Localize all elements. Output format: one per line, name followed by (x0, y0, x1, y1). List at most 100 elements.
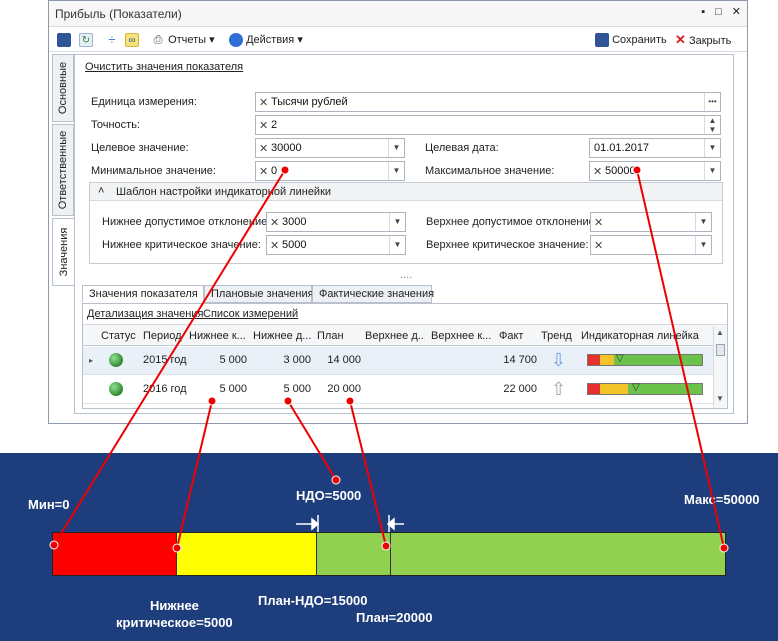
actions-label: Действия ▾ (246, 34, 303, 46)
clear-icon[interactable]: ✕ (594, 239, 603, 252)
refresh-button[interactable]: ↻ (79, 32, 93, 48)
tab-indicator-values[interactable]: Значения показателя (82, 285, 204, 303)
green-status-icon (109, 382, 123, 397)
dropdown-icon[interactable]: ▼ (704, 139, 720, 157)
lower-crit-diagram-label-1: Нижнее (150, 598, 199, 613)
unit-value: Тысячи рублей (271, 96, 348, 108)
scroll-thumb[interactable] (716, 344, 725, 356)
spin-button[interactable]: ▲ ▼ (704, 116, 720, 134)
indicator-template-group: ˄ Шаблон настройки индикаторной линейки … (89, 182, 723, 264)
clear-values-link[interactable]: Очистить значения показателя (85, 61, 243, 73)
max-field[interactable]: ✕ 50000 ▼ (589, 161, 721, 181)
row-pointer-icon: ▸ (89, 356, 94, 365)
unit-label: Единица измерения: (91, 96, 197, 108)
clear-icon[interactable]: ✕ (259, 142, 268, 155)
dropdown-icon[interactable]: ▼ (389, 236, 405, 254)
dropdown-icon[interactable]: ▼ (695, 213, 711, 231)
tab-plan-values[interactable]: Плановые значения (204, 285, 314, 303)
precision-label: Точность: (91, 119, 140, 131)
green-status-icon (109, 353, 123, 368)
group-title: Шаблон настройки индикаторной линейки (116, 186, 332, 198)
vertical-scrollbar[interactable]: ▲ ▼ (713, 326, 727, 408)
upper-dev-cell (365, 376, 425, 403)
upper-crit-cell (431, 347, 495, 374)
group-header[interactable]: ˄ Шаблон настройки индикаторной линейки (90, 183, 722, 201)
detail-link[interactable]: Детализация значения (87, 308, 203, 320)
plan-cell: 14 000 (327, 354, 361, 366)
clear-icon[interactable]: ✕ (270, 216, 279, 229)
side-tabs: Основные Ответственные Значения (52, 54, 74, 332)
target-field[interactable]: ✕ 30000 ▼ (255, 138, 405, 158)
target-date-field[interactable]: 01.01.2017 ▼ (589, 138, 721, 158)
ellipsis-button[interactable]: ••• (704, 93, 720, 111)
upper-dev-field[interactable]: ✕ ▼ (590, 212, 712, 232)
lower-crit-diagram-label-2: критическое=5000 (116, 615, 233, 630)
dropdown-icon[interactable]: ▼ (388, 139, 404, 157)
indicator-window: Прибыль (Показатели) ▪ □ ✕ ↻ ÷ ∞ ⎙ Отчеты … (48, 0, 748, 424)
min-field[interactable]: ✕ 0 ▼ (255, 161, 405, 181)
tab-fact-values[interactable]: Фактические значения (312, 285, 434, 303)
maximize-icon[interactable]: □ (715, 6, 722, 18)
tab-values[interactable]: Значения (52, 218, 74, 286)
scroll-up-icon[interactable]: ▲ (716, 328, 724, 337)
printer-icon: ⎙ (153, 34, 163, 47)
dropdown-icon[interactable]: ▼ (704, 162, 720, 180)
dropdown-icon[interactable]: ▼ (388, 162, 404, 180)
clear-icon[interactable]: ✕ (259, 165, 268, 178)
split-button[interactable]: ÷ (105, 32, 119, 48)
splitter-dots[interactable]: .... (400, 269, 412, 281)
refresh-icon: ↻ (79, 33, 93, 48)
plan-diagram-label: План=20000 (356, 610, 433, 625)
dropdown-icon[interactable]: ▼ (389, 213, 405, 231)
clear-icon[interactable]: ✕ (594, 216, 603, 229)
upper-dev-cell (365, 347, 425, 374)
marker-icon: ▽ (616, 353, 624, 364)
close-button[interactable]: ✕ Закрыть (675, 32, 731, 48)
min-value: 0 (271, 165, 278, 177)
precision-field[interactable]: ✕ 2 ▲ ▼ (255, 115, 721, 135)
clear-icon[interactable]: ✕ (259, 119, 268, 132)
actions-icon (229, 33, 243, 48)
dropdown-icon[interactable]: ▼ (695, 236, 711, 254)
link-button[interactable]: ∞ (125, 32, 139, 48)
scroll-down-icon[interactable]: ▼ (716, 394, 724, 403)
unit-field[interactable]: ✕ Тысячи рублей ••• (255, 92, 721, 112)
tab-basic[interactable]: Основные (52, 54, 74, 122)
measures-link[interactable]: Список измерений (203, 308, 298, 320)
status-cell (109, 376, 123, 403)
indicator-bar: ▽ (587, 382, 703, 395)
reports-menu-button[interactable]: ⎙ Отчеты ▾ (151, 32, 215, 48)
marker-icon: ▽ (632, 382, 640, 393)
collapse-icon[interactable]: ˄ (98, 185, 104, 197)
clear-icon[interactable]: ✕ (270, 239, 279, 252)
pin-icon[interactable]: ▪ (701, 6, 705, 18)
values-grid: Детализация значения Список измерений Ст… (82, 303, 728, 409)
target-date-value: 01.01.2017 (594, 142, 650, 154)
lower-dev-field[interactable]: ✕ 3000 ▼ (266, 212, 406, 232)
scale-border (52, 532, 726, 576)
actions-menu-button[interactable]: Действия ▾ (229, 32, 303, 48)
tab-responsible[interactable]: Ответственные (52, 124, 74, 216)
indicator-bar: ▽ (587, 353, 703, 366)
link-icon: ∞ (125, 33, 139, 48)
lower-dev-cell: 3 000 (283, 354, 311, 366)
tab-basic-label: Основные (57, 61, 69, 115)
lower-crit-cell: 5 000 (219, 383, 247, 395)
status-cell (109, 347, 123, 374)
tab-responsible-label: Ответственные (57, 130, 69, 210)
upper-crit-cell (431, 376, 495, 403)
upper-crit-field[interactable]: ✕ ▼ (590, 235, 712, 255)
close-window-icon[interactable]: ✕ (732, 6, 741, 18)
save-disk-button[interactable] (57, 32, 71, 48)
split-icon: ÷ (108, 32, 116, 48)
period-cell: 2016 год (143, 383, 187, 395)
disk-icon (57, 33, 71, 48)
save-button[interactable]: Сохранить (595, 32, 667, 48)
clear-icon[interactable]: ✕ (593, 165, 602, 178)
clear-icon[interactable]: ✕ (259, 96, 268, 109)
target-label: Целевое значение: (91, 142, 189, 154)
tab-values-label: Значения (57, 227, 70, 277)
window-controls: ▪ □ ✕ (691, 5, 741, 18)
plan-cell: 20 000 (327, 383, 361, 395)
lower-crit-field[interactable]: ✕ 5000 ▼ (266, 235, 406, 255)
